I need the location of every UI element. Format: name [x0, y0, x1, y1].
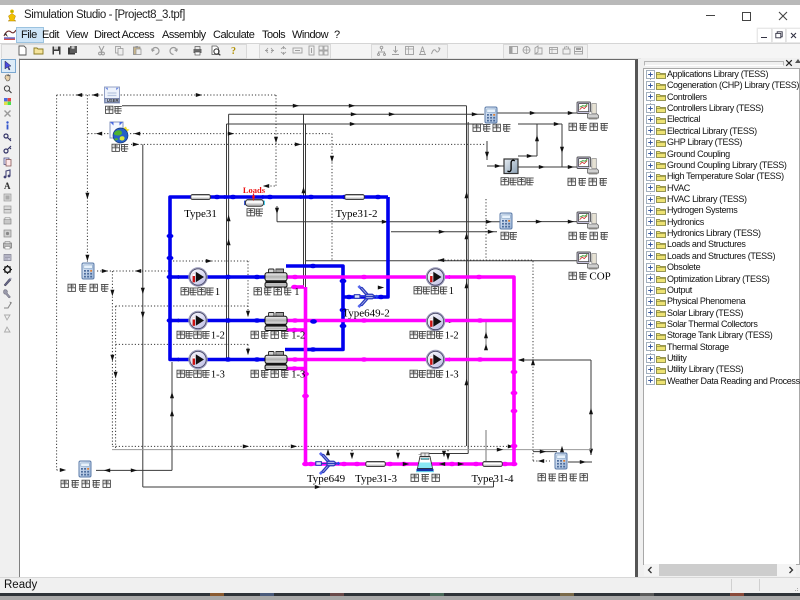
- svg-text:1-3: 1-3: [211, 369, 225, 380]
- svg-text:Type31: Type31: [184, 208, 217, 220]
- svg-text:1: 1: [449, 286, 454, 297]
- svg-text:Type31-2: Type31-2: [336, 208, 378, 220]
- svg-text:1: 1: [294, 287, 299, 298]
- svg-text:1: 1: [215, 287, 220, 298]
- svg-text:USER: USER: [107, 98, 119, 103]
- svg-text:Loads: Loads: [243, 185, 266, 195]
- svg-text:?: ?: [231, 46, 236, 56]
- svg-text:1-2: 1-2: [291, 330, 305, 341]
- svg-text:1-3: 1-3: [445, 369, 459, 380]
- svg-text:1-3: 1-3: [291, 369, 305, 380]
- svg-text:COP: COP: [589, 271, 610, 283]
- svg-text:1-2: 1-2: [211, 330, 225, 341]
- svg-text:Type31-3: Type31-3: [355, 473, 397, 485]
- svg-text:1-2: 1-2: [445, 330, 459, 341]
- svg-text:Type649-2: Type649-2: [342, 308, 390, 320]
- svg-text:A: A: [4, 181, 11, 191]
- svg-text:Type31-4: Type31-4: [472, 473, 514, 485]
- svg-text:Type649: Type649: [307, 473, 346, 485]
